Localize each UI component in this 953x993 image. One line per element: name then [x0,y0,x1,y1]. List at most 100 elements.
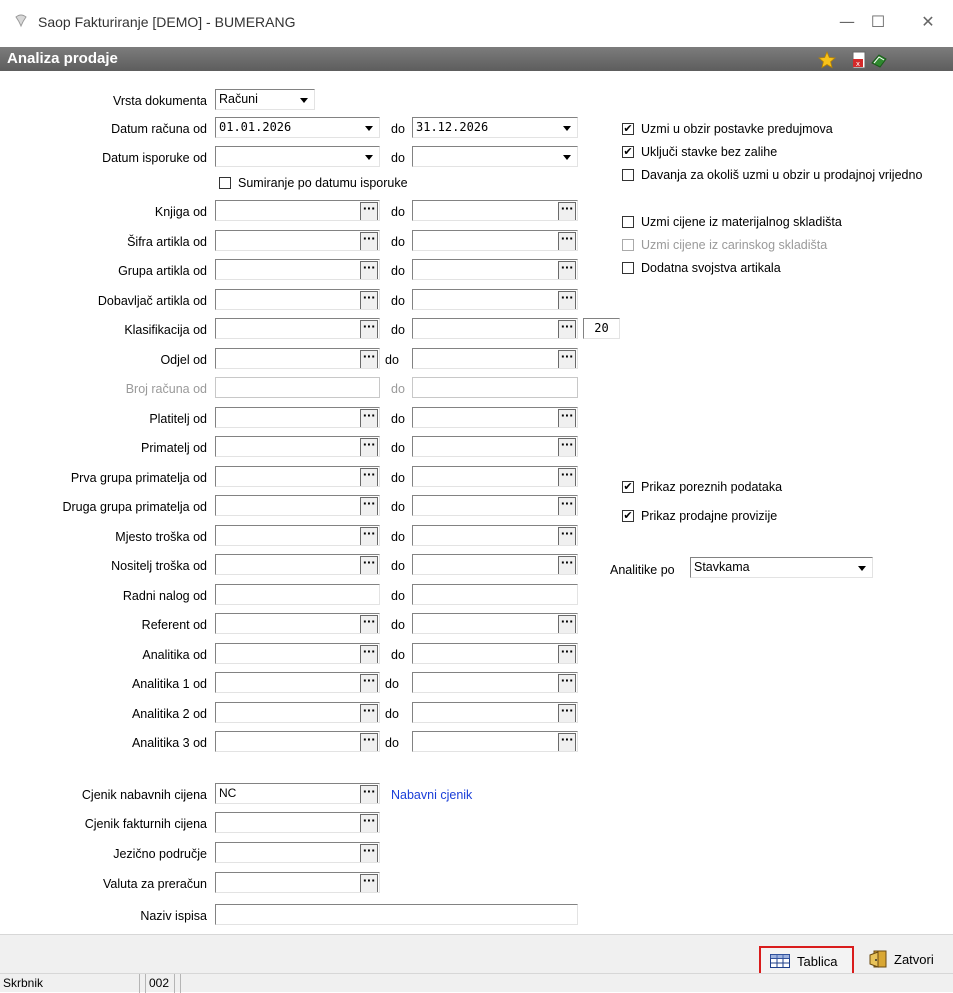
range-from-input[interactable]: ··· [215,318,380,339]
browse-ellipsis-icon[interactable]: ··· [558,438,576,456]
range-to-input[interactable]: ··· [412,643,578,664]
browse-ellipsis-icon[interactable]: ··· [360,733,378,751]
analitike-po-select[interactable]: Stavkama [690,557,873,578]
maximize-button[interactable]: ☐ [858,8,898,36]
browse-ellipsis-icon[interactable]: ··· [558,645,576,663]
browse-ellipsis-icon[interactable]: ··· [558,704,576,722]
range-to-input[interactable] [412,584,578,605]
cijene-carinskog-checkbox[interactable] [622,239,634,251]
range-from-input[interactable]: ··· [215,259,380,280]
range-from-input[interactable] [215,377,380,398]
klasifikacija-level-input[interactable]: 20 [583,318,620,339]
browse-ellipsis-icon[interactable]: ··· [558,497,576,515]
chevron-down-icon[interactable] [296,91,313,109]
cjenik-fakturnih-input[interactable]: ··· [215,812,380,833]
browse-ellipsis-icon[interactable]: ··· [360,350,378,368]
browse-ellipsis-icon[interactable]: ··· [558,261,576,279]
range-to-input[interactable]: ··· [412,318,578,339]
range-to-input[interactable]: ··· [412,436,578,457]
zatvori-button[interactable]: Zatvori [862,946,952,975]
browse-ellipsis-icon[interactable]: ··· [360,409,378,427]
range-from-input[interactable]: ··· [215,731,380,752]
datum-racuna-do-input[interactable]: 31.12.2026 [412,117,578,138]
browse-ellipsis-icon[interactable]: ··· [558,733,576,751]
calendar-dropdown-icon[interactable] [559,148,576,166]
prikaz-provizije-checkbox[interactable]: ✔ [622,510,634,522]
browse-ellipsis-icon[interactable]: ··· [360,438,378,456]
datum-racuna-od-input[interactable]: 01.01.2026 [215,117,380,138]
range-to-input[interactable]: ··· [412,230,578,251]
range-from-input[interactable]: ··· [215,466,380,487]
browse-ellipsis-icon[interactable]: ··· [360,704,378,722]
browse-ellipsis-icon[interactable]: ··· [558,202,576,220]
browse-ellipsis-icon[interactable]: ··· [558,350,576,368]
browse-ellipsis-icon[interactable]: ··· [360,674,378,692]
browse-ellipsis-icon[interactable]: ··· [360,645,378,663]
range-to-input[interactable]: ··· [412,613,578,634]
vrsta-dokumenta-select[interactable]: Računi [215,89,315,110]
range-from-input[interactable]: ··· [215,407,380,428]
range-from-input[interactable]: ··· [215,436,380,457]
uzmi-predujmova-checkbox[interactable]: ✔ [622,123,634,135]
browse-ellipsis-icon[interactable]: ··· [360,497,378,515]
naziv-ispisa-input[interactable] [215,904,578,925]
close-button[interactable]: ✕ [908,8,948,36]
favorite-star-icon[interactable] [818,51,836,69]
export-pdf-icon[interactable]: x [850,51,868,69]
range-from-input[interactable]: ··· [215,643,380,664]
range-to-input[interactable]: ··· [412,348,578,369]
tablica-button[interactable]: Tablica [759,946,854,975]
range-to-input[interactable]: ··· [412,259,578,280]
browse-ellipsis-icon[interactable]: ··· [558,468,576,486]
range-from-input[interactable]: ··· [215,348,380,369]
browse-ellipsis-icon[interactable]: ··· [360,202,378,220]
help-book-icon[interactable] [870,51,888,69]
range-to-input[interactable]: ··· [412,525,578,546]
range-from-input[interactable]: ··· [215,230,380,251]
browse-ellipsis-icon[interactable]: ··· [558,556,576,574]
cijene-materijalnog-checkbox[interactable] [622,216,634,228]
prikaz-poreznih-checkbox[interactable]: ✔ [622,481,634,493]
cjenik-nabavnih-input[interactable]: NC ··· [215,783,380,804]
range-to-input[interactable]: ··· [412,702,578,723]
range-to-input[interactable] [412,377,578,398]
browse-ellipsis-icon[interactable]: ··· [360,320,378,338]
range-to-input[interactable]: ··· [412,495,578,516]
browse-ellipsis-icon[interactable]: ··· [558,615,576,633]
range-to-input[interactable]: ··· [412,672,578,693]
browse-ellipsis-icon[interactable]: ··· [360,556,378,574]
browse-ellipsis-icon[interactable]: ··· [360,468,378,486]
range-from-input[interactable]: ··· [215,702,380,723]
datum-isporuke-od-input[interactable] [215,146,380,167]
range-from-input[interactable] [215,584,380,605]
browse-ellipsis-icon[interactable]: ··· [558,409,576,427]
browse-ellipsis-icon[interactable]: ··· [360,785,378,803]
range-from-input[interactable]: ··· [215,289,380,310]
browse-ellipsis-icon[interactable]: ··· [360,527,378,545]
range-from-input[interactable]: ··· [215,525,380,546]
browse-ellipsis-icon[interactable]: ··· [558,527,576,545]
browse-ellipsis-icon[interactable]: ··· [360,814,378,832]
range-to-input[interactable]: ··· [412,407,578,428]
range-to-input[interactable]: ··· [412,554,578,575]
range-from-input[interactable]: ··· [215,613,380,634]
jezicno-podrucje-input[interactable]: ··· [215,842,380,863]
browse-ellipsis-icon[interactable]: ··· [558,320,576,338]
ukljuci-bez-zalihe-checkbox[interactable]: ✔ [622,146,634,158]
range-to-input[interactable]: ··· [412,289,578,310]
calendar-dropdown-icon[interactable] [559,119,576,137]
dodatna-svojstva-checkbox[interactable] [622,262,634,274]
sumiranje-checkbox[interactable] [219,177,231,189]
browse-ellipsis-icon[interactable]: ··· [360,844,378,862]
calendar-dropdown-icon[interactable] [361,119,378,137]
range-from-input[interactable]: ··· [215,554,380,575]
browse-ellipsis-icon[interactable]: ··· [558,232,576,250]
davanja-okolis-checkbox[interactable] [622,169,634,181]
range-from-input[interactable]: ··· [215,200,380,221]
range-from-input[interactable]: ··· [215,672,380,693]
browse-ellipsis-icon[interactable]: ··· [360,615,378,633]
browse-ellipsis-icon[interactable]: ··· [360,291,378,309]
range-to-input[interactable]: ··· [412,466,578,487]
browse-ellipsis-icon[interactable]: ··· [558,674,576,692]
datum-isporuke-do-input[interactable] [412,146,578,167]
